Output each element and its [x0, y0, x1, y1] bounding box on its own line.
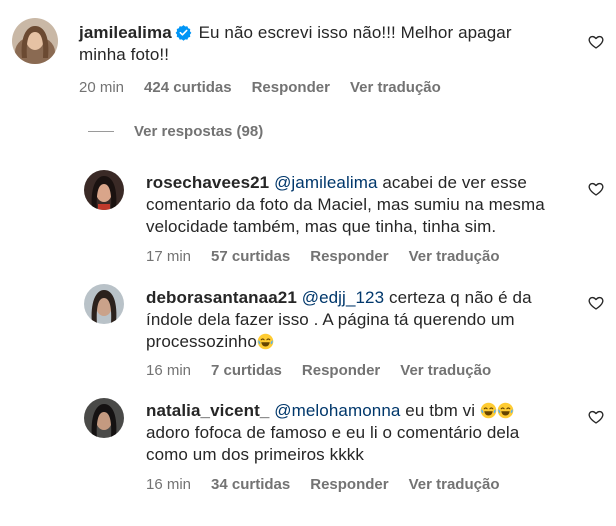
reply-body-line: eu tbm vi: [400, 401, 480, 420]
heart-outline-icon[interactable]: [588, 34, 604, 50]
reply-text: deborasantanaa21 @edjj_123 certeza q não…: [146, 287, 586, 353]
reply-meta: 16 min 7 curtidas Responder Ver tradução: [146, 362, 511, 380]
timestamp[interactable]: 16 min: [146, 362, 191, 380]
avatar[interactable]: [12, 18, 58, 64]
translate-button[interactable]: Ver tradução: [409, 248, 500, 266]
reply-text: natalia_vicent_ @melohamonna eu tbm vi a…: [146, 400, 586, 466]
timestamp[interactable]: 17 min: [146, 248, 191, 266]
heart-outline-icon[interactable]: [588, 295, 604, 311]
avatar[interactable]: [84, 284, 124, 324]
reply-body-line: acabei de ver esse: [377, 173, 527, 192]
reply-button[interactable]: Responder: [252, 79, 330, 97]
likes-count[interactable]: 7 curtidas: [211, 362, 282, 380]
reply-button[interactable]: Responder: [310, 248, 388, 266]
heart-outline-icon[interactable]: [588, 409, 604, 425]
tears-of-joy-emoji: [497, 402, 514, 419]
reply-body-line: comentario da foto da Maciel, mas sumiu …: [146, 195, 545, 214]
comment-text: jamilealima Eu não escrevi isso não!!! M…: [79, 22, 579, 66]
translate-button[interactable]: Ver tradução: [350, 79, 441, 97]
username[interactable]: natalia_vicent_: [146, 401, 269, 420]
reply-body-line: certeza q não é da: [384, 288, 532, 307]
view-replies-label: Ver respostas (98): [134, 122, 264, 140]
reply-body-line: velocidade também, mas que tinha, tinha …: [146, 217, 497, 236]
reply-text: rosechavees21 @jamilealima acabei de ver…: [146, 172, 586, 238]
likes-count[interactable]: 57 curtidas: [211, 248, 290, 266]
tears-of-joy-emoji: [257, 333, 274, 350]
reply-body-line: índole dela fazer isso . A página tá que…: [146, 310, 515, 329]
verified-badge-icon: [175, 25, 192, 41]
comment-body-line: minha foto!!: [79, 45, 170, 64]
username[interactable]: jamilealima: [79, 23, 172, 42]
translate-button[interactable]: Ver tradução: [400, 362, 491, 380]
reply-body-line: processozinho: [146, 332, 257, 351]
comment-body-line: Eu não escrevi isso não!!! Melhor apagar: [198, 23, 512, 42]
reply-body-line: adoro fofoca de famoso e eu li o comentá…: [146, 423, 520, 442]
mention-link[interactable]: @melohamonna: [274, 401, 400, 420]
mention-link[interactable]: @edjj_123: [302, 288, 384, 307]
username[interactable]: deborasantanaa21: [146, 288, 297, 307]
reply-button[interactable]: Responder: [302, 362, 380, 380]
tears-of-joy-emoji: [480, 402, 497, 419]
reply-button[interactable]: Responder: [310, 476, 388, 494]
mention-link[interactable]: @jamilealima: [274, 173, 377, 192]
likes-count[interactable]: 424 curtidas: [144, 79, 232, 97]
avatar[interactable]: [84, 398, 124, 438]
heart-outline-icon[interactable]: [588, 181, 604, 197]
likes-count[interactable]: 34 curtidas: [211, 476, 290, 494]
timestamp[interactable]: 20 min: [79, 79, 124, 97]
translate-button[interactable]: Ver tradução: [409, 476, 500, 494]
divider: [88, 130, 114, 132]
comment-meta: 20 min 424 curtidas Responder Ver tradução: [79, 79, 461, 97]
reply-meta: 17 min 57 curtidas Responder Ver tradução: [146, 248, 519, 266]
reply-meta: 16 min 34 curtidas Responder Ver tradução: [146, 476, 519, 494]
avatar[interactable]: [84, 170, 124, 210]
reply-body-line: como um dos primeiros kkkk: [146, 445, 364, 464]
username[interactable]: rosechavees21: [146, 173, 269, 192]
timestamp[interactable]: 16 min: [146, 476, 191, 494]
view-replies-button[interactable]: Ver respostas (98): [88, 122, 263, 140]
